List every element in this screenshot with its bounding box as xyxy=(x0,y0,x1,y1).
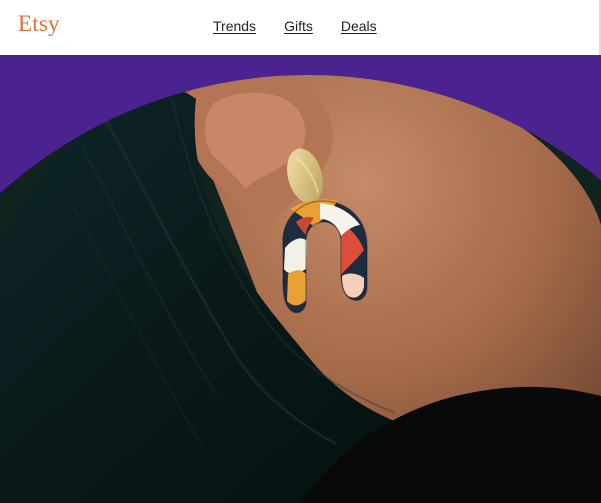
hero-banner[interactable] xyxy=(0,55,601,503)
nav-link-deals[interactable]: Deals xyxy=(341,17,377,35)
nav-link-gifts[interactable]: Gifts xyxy=(284,17,313,35)
top-nav: Trends Gifts Deals xyxy=(213,17,377,35)
hero-photo-arch xyxy=(0,75,601,503)
header: Etsy Trends Gifts Deals xyxy=(0,0,601,55)
hero-photo xyxy=(0,75,601,503)
etsy-logo[interactable]: Etsy xyxy=(18,9,60,39)
etsy-email-page: Etsy Trends Gifts Deals xyxy=(0,0,601,503)
nav-link-trends[interactable]: Trends xyxy=(213,17,256,35)
